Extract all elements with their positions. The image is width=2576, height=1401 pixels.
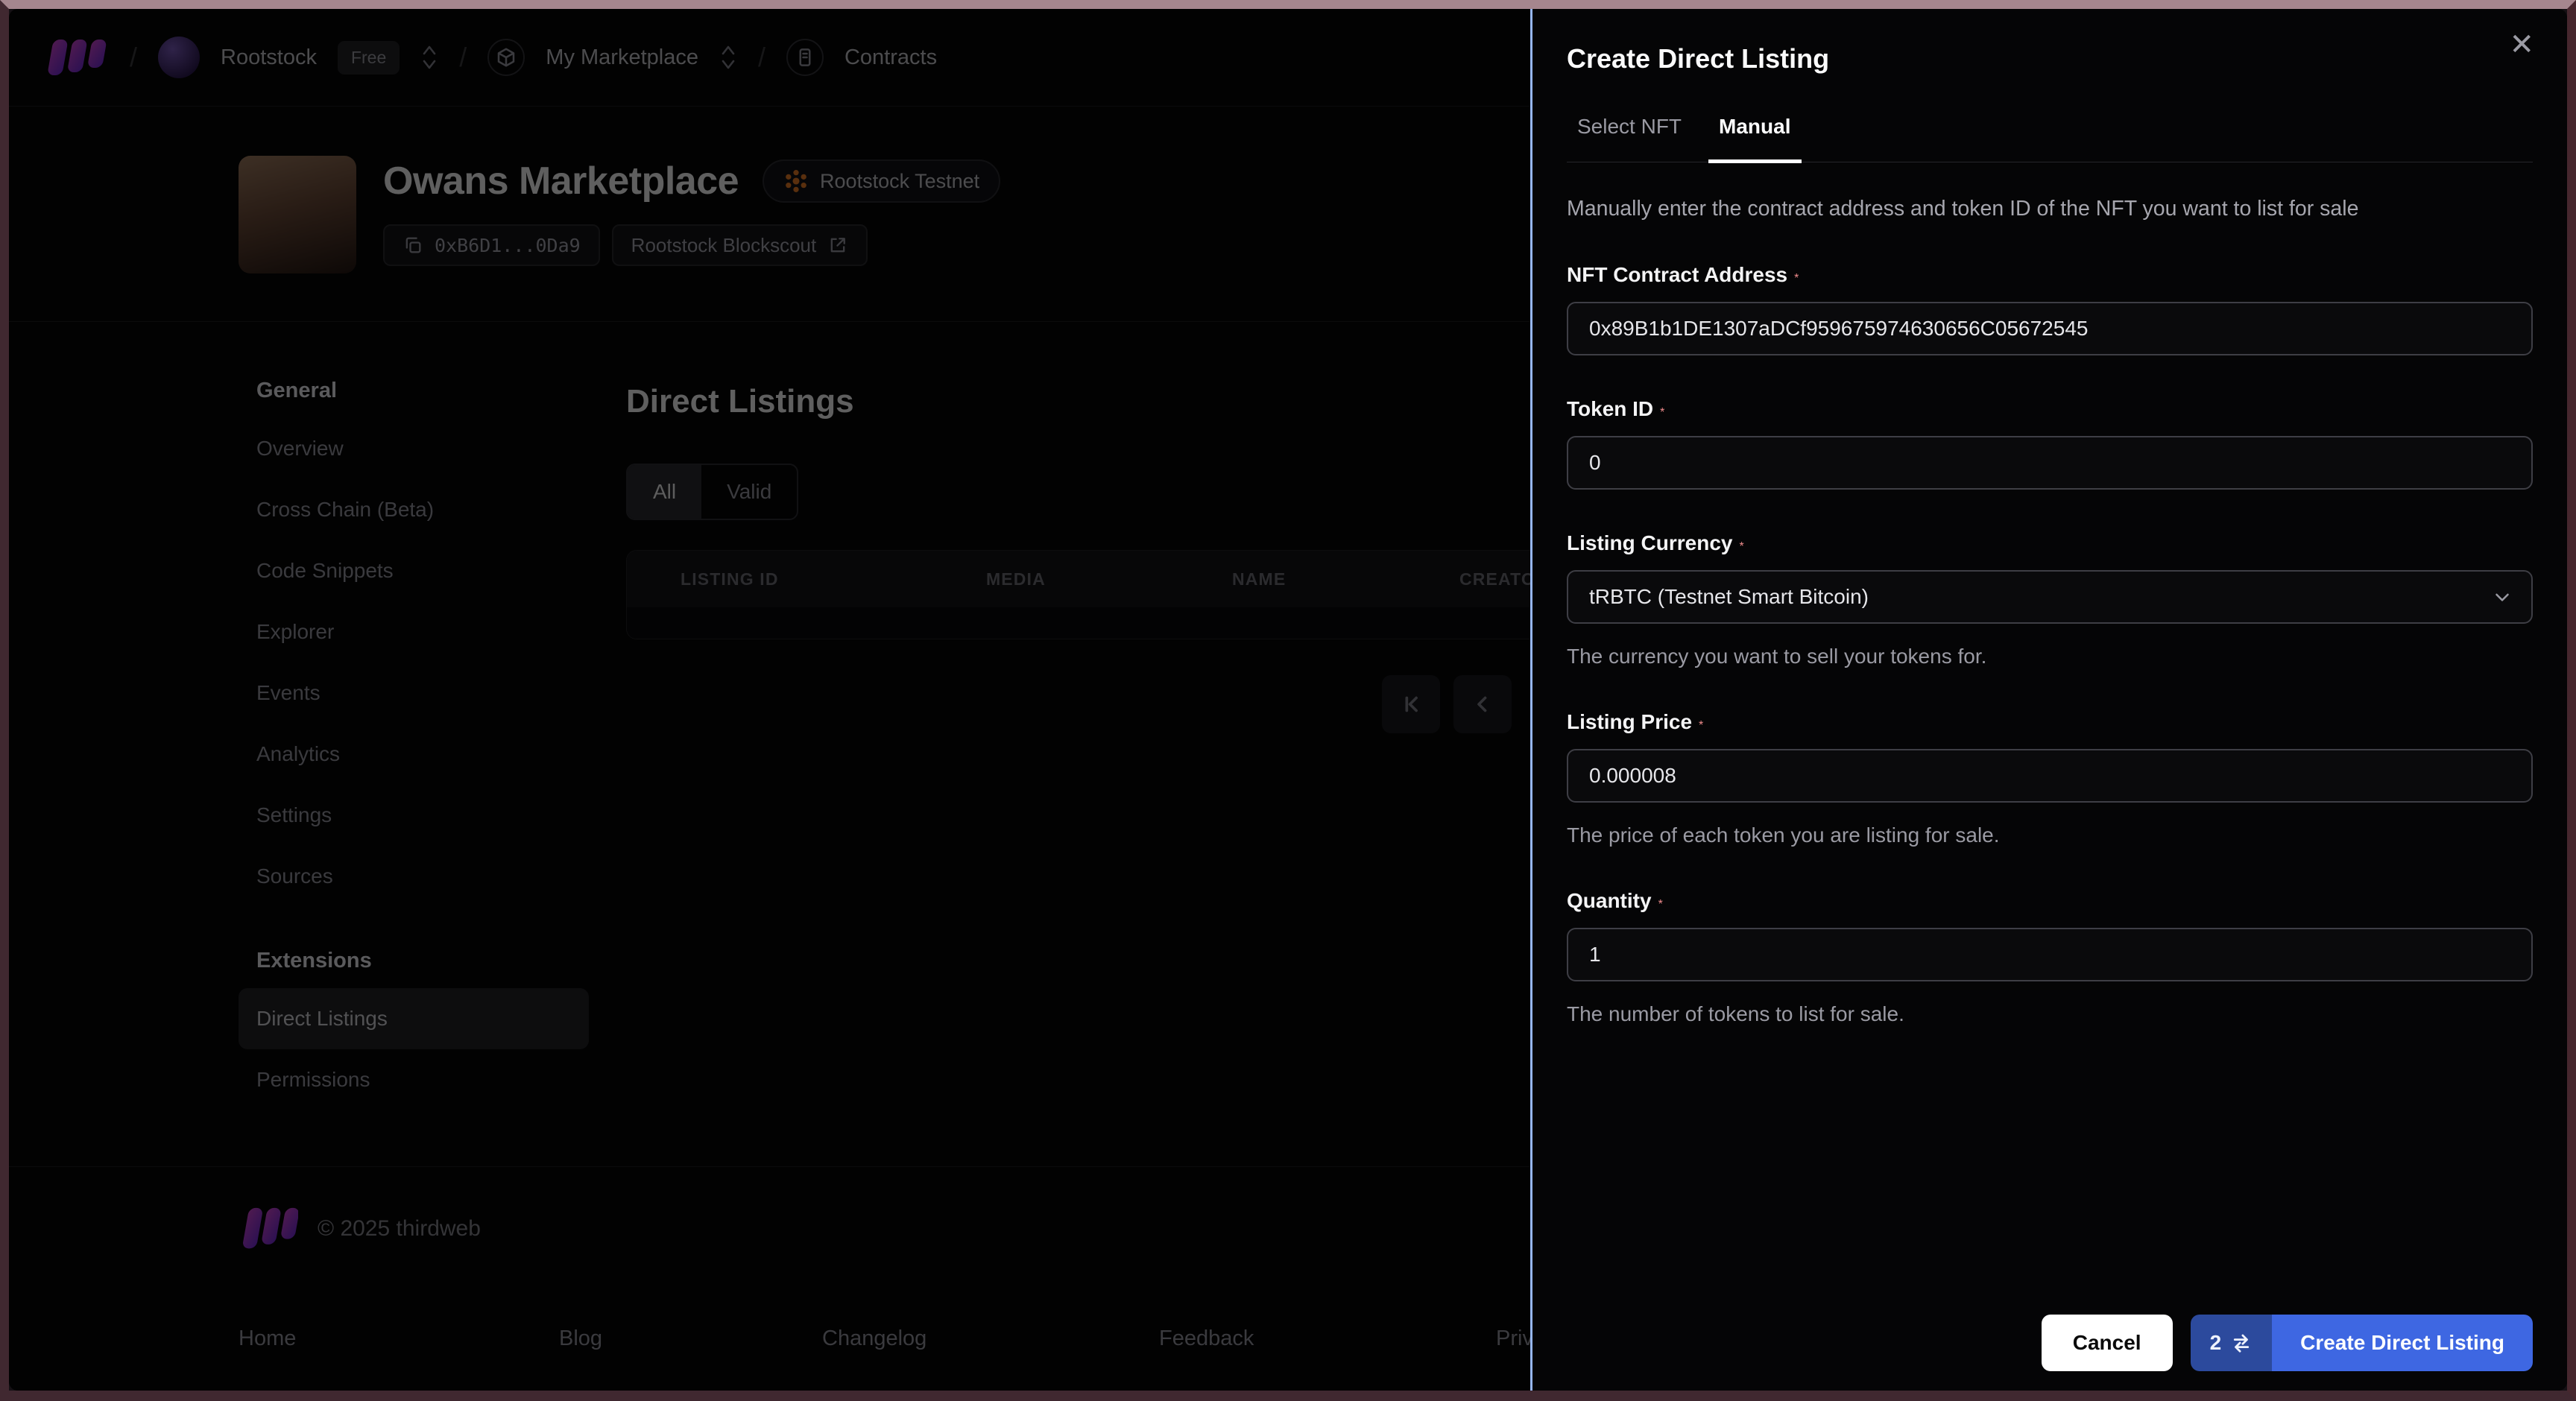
listing-currency-label: Listing Currency: [1567, 531, 1733, 554]
required-asterisk: *: [1658, 897, 1663, 911]
listing-price-label: Listing Price: [1567, 709, 1693, 733]
window-frame: / Rootstock Free / My Marketplace / Cont…: [0, 0, 2576, 1401]
contract-address-field-group: NFT Contract Address *: [1567, 263, 2533, 355]
listing-currency-field-group: Listing Currency * tRBTC (Testnet Smart B…: [1567, 531, 2533, 668]
cancel-button[interactable]: Cancel: [2041, 1315, 2173, 1371]
quantity-field-group: Quantity * The number of tokens to list f…: [1567, 889, 2533, 1026]
create-direct-listing-label: Create Direct Listing: [2272, 1315, 2533, 1371]
token-id-input[interactable]: [1567, 435, 2533, 490]
drawer-tabs: Select NFT Manual: [1567, 115, 2533, 163]
create-direct-listing-button[interactable]: 2 Create Direct Listing: [2190, 1315, 2533, 1371]
contract-address-input[interactable]: [1567, 301, 2533, 355]
listing-currency-helper: The currency you want to sell your token…: [1567, 644, 1987, 668]
quantity-helper: The number of tokens to list for sale.: [1567, 1002, 1904, 1025]
required-asterisk: *: [1794, 271, 1799, 285]
tab-select-nft[interactable]: Select NFT: [1567, 115, 1692, 163]
listing-price-helper: The price of each token you are listing …: [1567, 823, 2000, 847]
transaction-count-badge: 2: [2190, 1315, 2273, 1371]
listing-currency-value: tRBTC (Testnet Smart Bitcoin): [1589, 584, 1869, 608]
required-asterisk: *: [1660, 405, 1665, 419]
drawer-description: Manually enter the contract address and …: [1567, 196, 2359, 221]
close-icon[interactable]: ✕: [2504, 25, 2539, 64]
chevron-down-icon: [2491, 586, 2513, 608]
thirdweb-dashboard: / Rootstock Free / My Marketplace / Cont…: [9, 9, 2567, 1391]
required-asterisk: *: [1699, 718, 1704, 732]
quantity-input[interactable]: [1567, 927, 2533, 981]
listing-price-field-group: Listing Price * The price of each token y…: [1567, 710, 2533, 847]
token-id-field-group: Token ID *: [1567, 397, 2533, 490]
listing-currency-select[interactable]: tRBTC (Testnet Smart Bitcoin): [1567, 569, 2533, 624]
swap-arrows-icon: [2230, 1332, 2253, 1354]
create-direct-listing-drawer: ✕ Create Direct Listing Select NFT Manua…: [1530, 9, 2567, 1391]
listing-price-input[interactable]: [1567, 748, 2533, 803]
required-asterisk: *: [1739, 540, 1744, 553]
quantity-label: Quantity: [1567, 888, 1652, 912]
drawer-title: Create Direct Listing: [1567, 43, 1830, 74]
token-id-label: Token ID: [1567, 396, 1654, 420]
contract-address-label: NFT Contract Address: [1567, 262, 1788, 286]
drawer-actions: Cancel 2 Create Direct Listing: [2041, 1315, 2533, 1371]
tab-manual[interactable]: Manual: [1708, 115, 1802, 163]
